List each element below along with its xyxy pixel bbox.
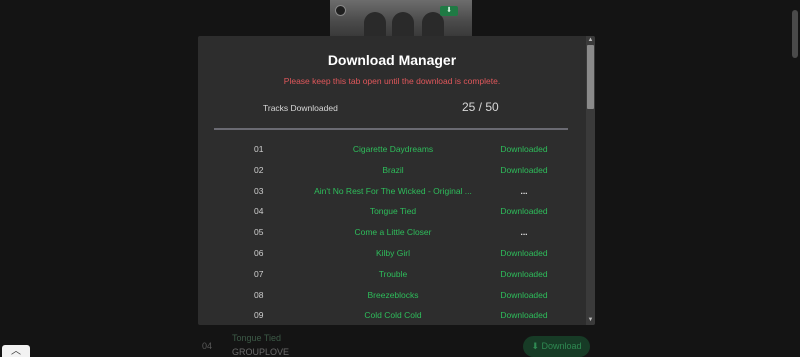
divider [214, 128, 568, 130]
track-row: 09 Cold Cold Cold Downloaded [198, 305, 586, 325]
album-art: ⬇ [330, 0, 472, 36]
track-title: Breezeblocks [367, 289, 419, 300]
track-title: Cold Cold Cold [364, 310, 422, 321]
track-row: 01 Cigarette Daydreams Downloaded [198, 139, 586, 160]
download-button[interactable]: ⬇ Download [523, 336, 590, 357]
track-status: Downloaded [500, 144, 548, 154]
track-number: 03 [254, 185, 264, 196]
page-scrollbar[interactable] [792, 10, 798, 58]
track-row: 02 Brazil Downloaded [198, 160, 586, 181]
spotify-logo-icon [335, 5, 346, 16]
progress-count: 25 / 50 [462, 100, 499, 114]
track-row: 08 Breezeblocks Downloaded [198, 285, 586, 306]
track-number: 02 [254, 164, 264, 175]
download-icon[interactable]: ⬇ [440, 6, 458, 16]
modal-title: Download Manager [327, 52, 457, 68]
scroll-to-top-button[interactable]: ︿ [2, 345, 30, 357]
track-number: 08 [254, 289, 264, 300]
scroll-up-arrow-icon[interactable]: ▲ [586, 36, 595, 45]
track-title: Ain't No Rest For The Wicked - Original … [314, 185, 472, 196]
track-title: Tongue Tied [369, 206, 417, 217]
track-number: 01 [254, 144, 264, 154]
track-status: ... [520, 227, 528, 238]
track-row: 05 Come a Little Closer ... [198, 222, 586, 243]
track-status: Downloaded [500, 289, 548, 300]
track-row-background[interactable]: 04 Tongue Tied GROUPLOVE ⬇ Download [0, 326, 800, 357]
track-number: 04 [254, 206, 264, 217]
download-manager-modal: Download Manager Please keep this tab op… [198, 36, 595, 325]
download-icon: ⬇ [531, 341, 542, 351]
track-status: ... [520, 185, 528, 196]
scroll-down-arrow-icon[interactable]: ▼ [586, 316, 595, 325]
track-title: Come a Little Closer [354, 227, 432, 238]
scrollbar-thumb[interactable] [587, 45, 594, 109]
track-row: 03 Ain't No Rest For The Wicked - Origin… [198, 181, 586, 202]
track-status: Downloaded [500, 268, 548, 279]
track-number: 06 [254, 247, 264, 258]
track-status: Downloaded [500, 247, 548, 258]
track-title: Trouble [378, 268, 408, 279]
track-title: Kilby Girl [375, 247, 410, 258]
track-status: Downloaded [500, 206, 548, 217]
progress-label: Tracks Downloaded [263, 103, 338, 113]
track-number: 07 [254, 268, 264, 279]
chevron-up-icon: ︿ [11, 346, 21, 357]
track-status: Downloaded [500, 164, 548, 175]
track-title: Cigarette Daydreams [352, 144, 434, 154]
album-art-figure [392, 12, 414, 36]
track-title[interactable]: Tongue Tied [232, 333, 281, 343]
track-number: 04 [202, 341, 213, 351]
track-row: 06 Kilby Girl Downloaded [198, 243, 586, 264]
download-button-label: Download [541, 341, 582, 351]
track-number: 05 [254, 227, 264, 238]
track-number: 09 [254, 310, 264, 321]
track-row: 07 Trouble Downloaded [198, 264, 586, 285]
album-art-figure [364, 12, 386, 36]
modal-scrollbar[interactable]: ▲ ▼ [586, 36, 595, 325]
track-list: 01 Cigarette Daydreams Downloaded 02 Bra… [198, 139, 586, 325]
track-row: 04 Tongue Tied Downloaded [198, 201, 586, 222]
track-status: Downloaded [500, 310, 548, 321]
modal-warning: Please keep this tab open until the down… [283, 76, 501, 86]
track-artist[interactable]: GROUPLOVE [232, 347, 289, 357]
track-title: Brazil [382, 164, 404, 175]
